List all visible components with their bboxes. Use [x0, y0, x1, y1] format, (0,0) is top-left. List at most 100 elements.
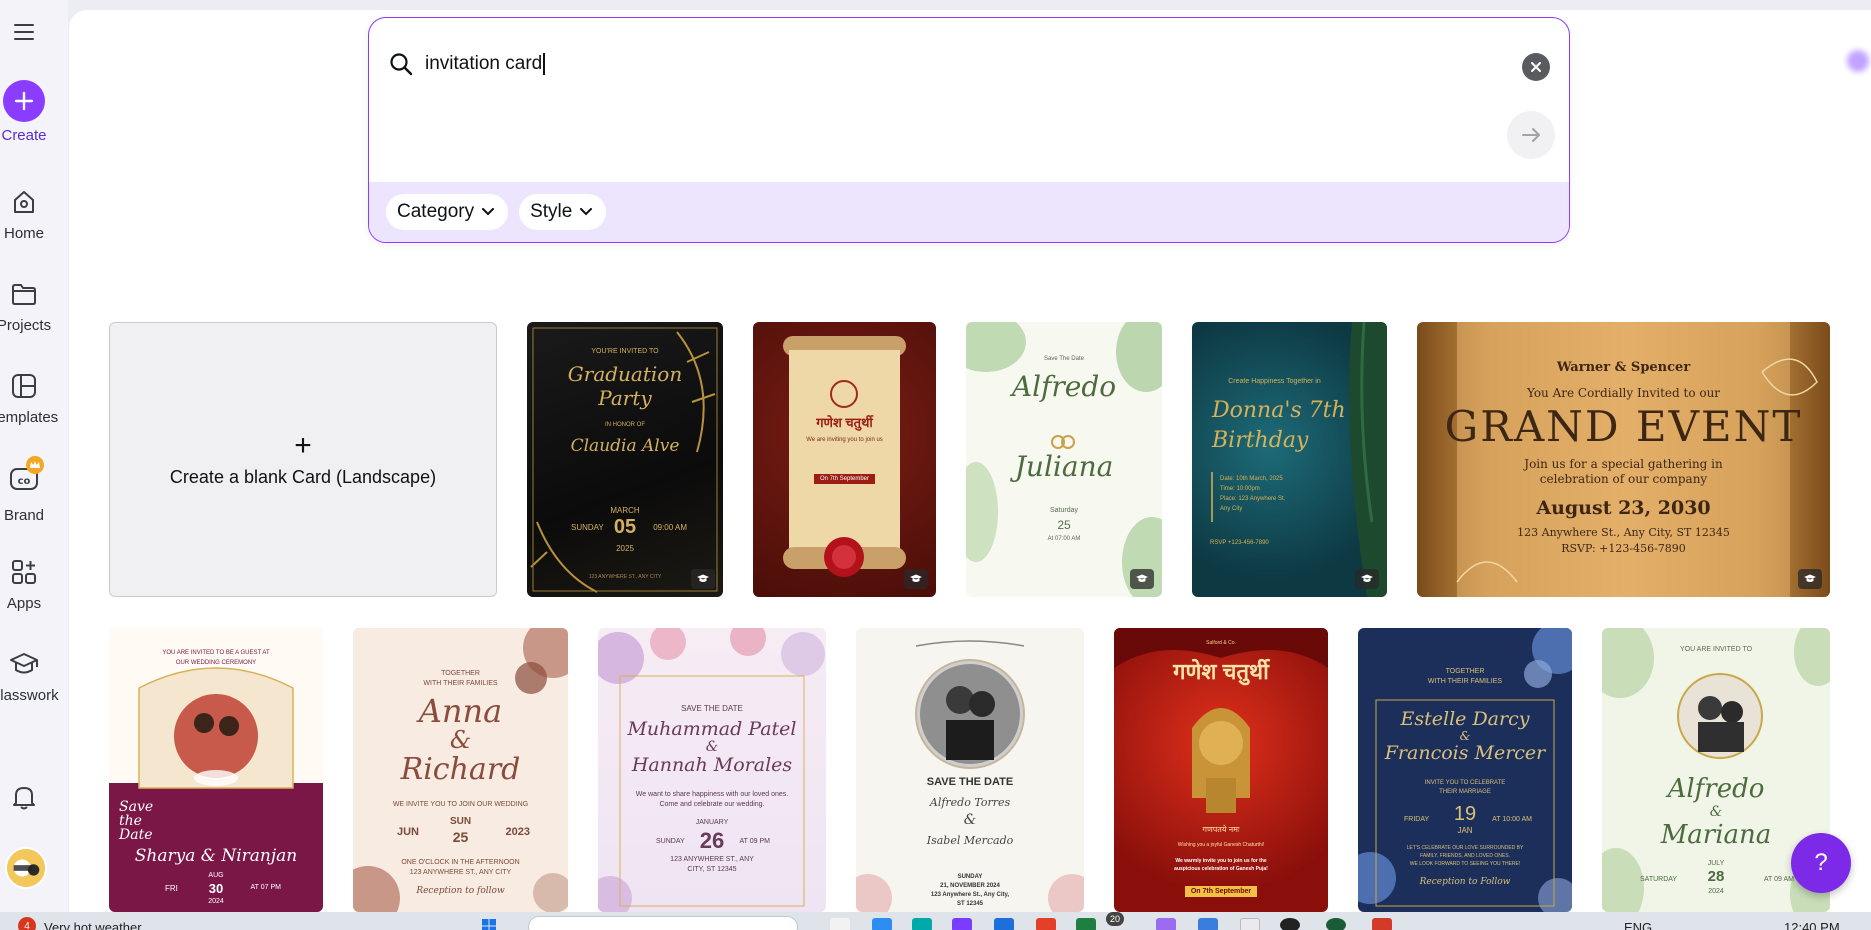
card-text: 2024 [208, 898, 224, 905]
card-text: 123 Anywhere St., Any City, [930, 892, 1010, 898]
taskbar-app-icon[interactable] [952, 918, 972, 930]
notifications-button[interactable] [0, 782, 48, 812]
weather-text[interactable]: Very hot weather [44, 920, 142, 930]
search-row: invitation card [389, 52, 545, 76]
card-text: WITH THEIR FAMILIES [1427, 678, 1503, 685]
taskbar-app-icon[interactable] [912, 918, 932, 930]
clock-time[interactable]: 12:40 PM [1784, 920, 1840, 930]
chevron-down-icon [580, 208, 593, 216]
language-indicator[interactable]: ENG [1624, 920, 1652, 930]
card-text: MARCH [610, 506, 640, 515]
card-text: YOU ARE INVITED TO [1679, 646, 1753, 653]
card-text: ONE O'CLOCK IN THE AFTERNOON [401, 859, 520, 866]
template-card[interactable]: Warner & Spencer You Are Cordially Invit… [1417, 322, 1830, 597]
taskbar-app-icon[interactable] [994, 918, 1014, 930]
card-text: Isabel Mercado [926, 834, 1014, 847]
taskbar-app-icon[interactable] [1372, 918, 1392, 930]
card-text: At 07:00 AM [1047, 536, 1081, 542]
template-card[interactable]: Save The Date Alfredo Juliana Saturday 2… [966, 322, 1162, 597]
template-card[interactable]: TOGETHER WITH THEIR FAMILIES Estelle Dar… [1358, 628, 1572, 912]
sidebar-item-brand[interactable]: co Brand [0, 456, 48, 524]
template-card[interactable]: SAVE THE DATE Alfredo Torres & Isabel Me… [856, 628, 1084, 912]
weather-badge: 4 [18, 917, 36, 930]
taskbar-app-icon[interactable] [1280, 918, 1300, 930]
template-card[interactable]: गणेश चतुर्थी We are inviting you to join… [753, 322, 936, 597]
apps-icon [12, 560, 36, 584]
graduation-cap-icon [1798, 569, 1822, 589]
sidebar-item-label: Apps [6, 595, 42, 612]
plus-icon [3, 80, 45, 122]
card-text: ST 12345 [956, 901, 984, 907]
card-text: LET'S CELEBRATE OUR LOVE SURROUNDED BY [1406, 845, 1524, 851]
card-text: गणपतये नमः [1202, 825, 1240, 834]
template-card[interactable]: Create Happiness Together in Donna's 7th… [1192, 322, 1387, 597]
sidebar-item-apps[interactable]: Apps [0, 557, 48, 612]
notification-count-badge: 20 [1106, 912, 1125, 926]
card-text: We are inviting you to join us [806, 437, 883, 443]
template-card[interactable]: Salford & Co. गणेश चतुर्थी गणपतये नमः Wi… [1114, 628, 1328, 912]
card-text: WE LOOK FORWARD TO SEEING YOU THERE! [1409, 861, 1521, 867]
sidebar-item-templates[interactable]: Templates [0, 371, 58, 426]
card-text: August 23, 2030 [1536, 497, 1711, 519]
card-text: Graduation [567, 362, 683, 386]
template-card[interactable]: YOU ARE INVITED TO BE A GUEST AT OUR WED… [109, 628, 323, 912]
card-text: IN HONOR OF [605, 422, 645, 428]
card-text: 123 ANYWHERE ST., ANY CITY [409, 869, 512, 876]
sidebar-item-label: Home [3, 225, 44, 242]
card-text: Alfredo [1667, 774, 1765, 804]
chevron-down-icon [482, 208, 495, 216]
card-text: WITH THEIR FAMILIES [423, 680, 498, 687]
help-button[interactable]: ? [1791, 833, 1851, 893]
search-input[interactable]: invitation card [425, 52, 545, 75]
card-text: TOGETHER [1445, 668, 1485, 675]
category-filter-dropdown[interactable]: Category [386, 194, 509, 230]
card-text: 25 [452, 829, 469, 845]
graduation-cap-icon [1355, 569, 1379, 589]
taskbar-app-icon[interactable] [1240, 918, 1260, 930]
sidebar-item-label: Templates [0, 409, 59, 426]
card-text: SAVE THE DATE [681, 704, 743, 713]
crown-icon [26, 456, 44, 474]
ai-glow-icon [1847, 50, 1869, 72]
card-text: Any City [1220, 506, 1243, 512]
taskbar-app-icon[interactable] [872, 918, 892, 930]
taskbar-app-icon[interactable] [1036, 918, 1056, 930]
card-text: Save The Date [1044, 356, 1084, 362]
card-text: YOU'RE INVITED TO [591, 348, 659, 355]
card-text: auspicious celebration of Ganesh Puja! [1174, 866, 1268, 872]
hamburger-menu-icon[interactable] [10, 18, 38, 46]
card-text: 123 Anywhere St., Any City, ST 12345 [1517, 526, 1730, 539]
clear-search-button[interactable] [1522, 53, 1550, 81]
taskbar-app-icon[interactable] [1076, 918, 1096, 930]
sidebar-item-home[interactable]: Home [0, 187, 48, 242]
card-text: AT 07 PM [250, 884, 281, 891]
windows-start-icon[interactable] [482, 919, 496, 930]
card-text: Francois Mercer [1384, 742, 1546, 764]
card-text: FAMILY, FRIENDS, AND LOVED ONES. [1420, 853, 1510, 859]
taskbar-app-icon[interactable] [830, 918, 850, 930]
card-text: Alfredo Torres [929, 796, 1011, 809]
card-text: On 7th September [813, 474, 876, 484]
template-card[interactable]: SAVE THE DATE Muhammad Patel & Hannah Mo… [598, 628, 826, 912]
submit-search-button[interactable] [1507, 111, 1555, 159]
create-blank-card-button[interactable]: + Create a blank Card (Landscape) [109, 322, 497, 597]
template-card[interactable]: TOGETHER WITH THEIR FAMILIES Anna & Rich… [353, 628, 568, 912]
graduation-cap-icon [904, 569, 928, 589]
sidebar-item-create[interactable]: Create [0, 80, 48, 144]
taskbar-search-box[interactable] [528, 916, 798, 930]
style-filter-dropdown[interactable]: Style [519, 194, 607, 230]
card-text: AT 09 AM [1763, 876, 1794, 883]
templates-icon [12, 374, 36, 398]
avatar[interactable] [5, 847, 47, 889]
filter-bar: Category Style [369, 182, 1569, 242]
card-text: OUR WEDDING CEREMONY [175, 660, 257, 666]
sidebar-item-projects[interactable]: Projects [0, 279, 51, 334]
card-text: 2024 [1708, 888, 1724, 895]
card-text: Join us for a special gathering in [1524, 457, 1723, 471]
template-card[interactable]: YOU'RE INVITED TO Graduation Party IN HO… [527, 322, 723, 597]
taskbar-app-icon[interactable] [1198, 918, 1218, 930]
taskbar-app-icon[interactable] [1326, 918, 1346, 930]
taskbar-app-icon[interactable] [1156, 918, 1176, 930]
sidebar-item-classwork[interactable]: Classwork [0, 649, 59, 704]
question-mark-icon: ? [1814, 849, 1828, 876]
